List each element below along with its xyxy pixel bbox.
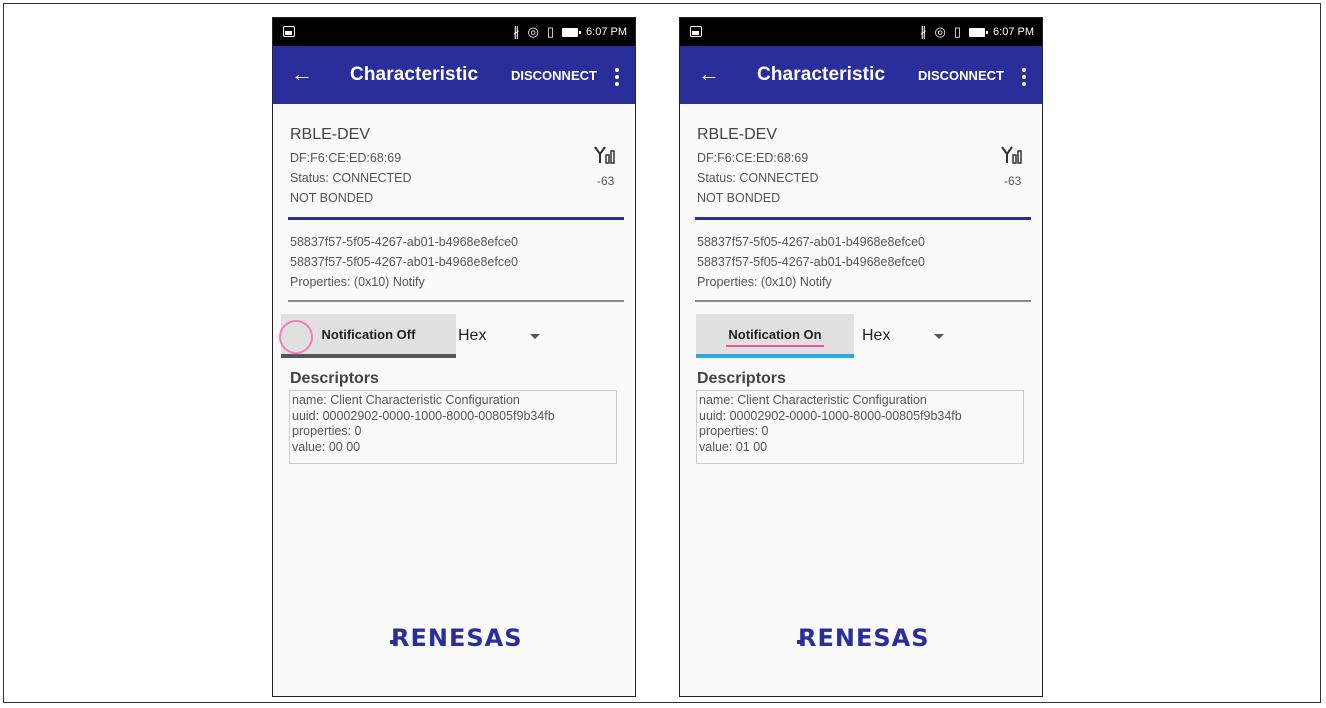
dropdown-caret-icon <box>934 334 944 339</box>
descriptor-value: value: 01 00 <box>699 439 768 454</box>
format-dropdown[interactable]: Hex <box>862 314 972 358</box>
logo-text: RENESAS <box>391 624 523 652</box>
divider <box>695 217 1031 220</box>
overflow-menu-icon[interactable] <box>1022 68 1026 86</box>
notification-button-label: Notification On <box>728 327 822 342</box>
renesas-logo: RENESAS <box>797 624 930 652</box>
descriptor-card: name: Client Characteristic Configuratio… <box>696 390 1024 464</box>
device-status: Status: CONNECTED <box>290 171 412 185</box>
renesas-logo: RENESAS <box>390 624 523 652</box>
descriptor-name: name: Client Characteristic Configuratio… <box>699 393 927 407</box>
phone-screen-notification-off: ∦ ◎ ▯ 6:07 PM ← Characteristic DISCONNEC… <box>272 17 636 697</box>
image-notification-icon <box>690 26 702 37</box>
divider <box>288 217 624 220</box>
characteristic-uuid: 58837f57-5f05-4267-ab01-b4968e8efce0 <box>697 255 925 269</box>
descriptor-properties: properties: 0 <box>292 424 362 438</box>
battery-icon <box>969 27 989 37</box>
disconnect-button[interactable]: DISCONNECT <box>511 68 597 83</box>
bluetooth-icon: ∦ <box>513 24 520 39</box>
descriptor-uuid: uuid: 00002902-0000-1000-8000-00805f9b34… <box>699 408 962 423</box>
page-title: Characteristic <box>350 64 479 85</box>
sync-icon: ◎ <box>934 24 946 39</box>
divider <box>695 300 1031 302</box>
device-name: RBLE-DEV <box>290 126 371 143</box>
status-time: 6:07 PM <box>993 26 1034 38</box>
battery-icon <box>562 27 582 37</box>
format-dropdown-value: Hex <box>458 327 487 344</box>
phone-screen-notification-on: ∦ ◎ ▯ 6:07 PM ← Characteristic DISCONNEC… <box>679 17 1043 697</box>
format-dropdown-value: Hex <box>862 327 891 344</box>
overflow-menu-icon[interactable] <box>615 68 619 86</box>
device-address: DF:F6:CE:ED:68:69 <box>290 151 402 165</box>
image-notification-icon <box>283 26 295 37</box>
rssi-value: -63 <box>1004 174 1022 188</box>
signal-strength-icon <box>1001 146 1022 164</box>
characteristic-properties: Properties: (0x10) Notify <box>290 275 425 289</box>
descriptor-name: name: Client Characteristic Configuratio… <box>292 393 520 407</box>
bluetooth-icon: ∦ <box>920 24 927 39</box>
divider <box>288 300 624 302</box>
dropdown-caret-icon <box>530 334 540 339</box>
page-title: Characteristic <box>757 64 886 85</box>
disconnect-button[interactable]: DISCONNECT <box>918 68 1004 83</box>
service-uuid: 58837f57-5f05-4267-ab01-b4968e8efce0 <box>290 235 518 249</box>
status-time: 6:07 PM <box>586 26 627 38</box>
sync-icon: ◎ <box>527 24 539 39</box>
descriptor-value: value: 00 00 <box>292 439 361 454</box>
notification-button-label: Notification Off <box>321 327 416 342</box>
signal-strength-icon <box>594 146 615 164</box>
figure-frame <box>3 3 1321 703</box>
format-dropdown[interactable]: Hex <box>458 314 568 358</box>
notification-toggle-button[interactable]: Notification On <box>696 314 854 358</box>
descriptors-heading: Descriptors <box>290 370 379 387</box>
device-status: Status: CONNECTED <box>697 171 819 185</box>
characteristic-properties: Properties: (0x10) Notify <box>697 275 832 289</box>
descriptor-properties: properties: 0 <box>699 424 769 438</box>
descriptors-heading: Descriptors <box>697 370 786 387</box>
sim-icon: ▯ <box>953 24 962 39</box>
status-bar: ∦ ◎ ▯ 6:07 PM <box>273 18 635 46</box>
tap-highlight-circle <box>279 320 313 354</box>
service-uuid: 58837f57-5f05-4267-ab01-b4968e8efce0 <box>697 235 925 249</box>
app-bar: ← Characteristic DISCONNECT <box>273 46 635 104</box>
back-arrow-icon[interactable]: ← <box>698 60 720 88</box>
device-address: DF:F6:CE:ED:68:69 <box>697 151 809 165</box>
logo-text: RENESAS <box>798 624 930 652</box>
bond-status: NOT BONDED <box>290 191 374 205</box>
descriptor-uuid: uuid: 00002902-0000-1000-8000-00805f9b34… <box>292 408 555 423</box>
device-name: RBLE-DEV <box>697 126 778 143</box>
back-arrow-icon[interactable]: ← <box>291 60 313 88</box>
descriptor-card: name: Client Characteristic Configuratio… <box>289 390 617 464</box>
sim-icon: ▯ <box>546 24 555 39</box>
rssi-value: -63 <box>597 174 615 188</box>
status-bar: ∦ ◎ ▯ 6:07 PM <box>680 18 1042 46</box>
app-bar: ← Characteristic DISCONNECT <box>680 46 1042 104</box>
characteristic-uuid: 58837f57-5f05-4267-ab01-b4968e8efce0 <box>290 255 518 269</box>
bond-status: NOT BONDED <box>697 191 781 205</box>
